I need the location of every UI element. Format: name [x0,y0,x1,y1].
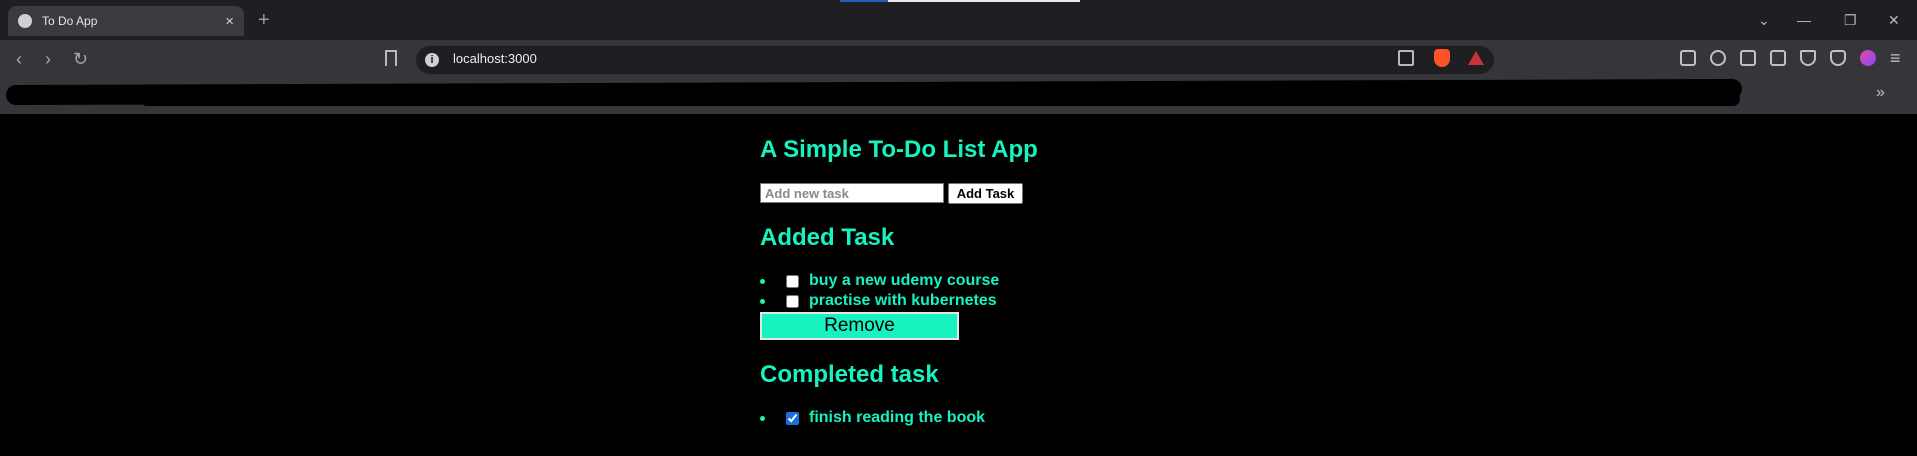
url-text[interactable]: localhost:3000 [453,51,537,66]
globe-icon [18,14,32,28]
back-icon[interactable]: ‹ [16,47,22,71]
plus-icon[interactable]: + [258,8,270,32]
window-edge-accent [840,0,888,2]
list-item: buy a new udemy course [760,271,999,291]
bookmark-icon[interactable] [385,50,397,66]
address-bar[interactable] [416,46,1494,74]
browser-tab[interactable]: To Do App × [8,6,244,36]
sidebar-icon[interactable] [1740,50,1756,66]
list-item: finish reading the book [760,408,985,428]
task-checkbox[interactable] [786,294,799,308]
chevron-down-icon[interactable]: ⌄ [1758,8,1770,32]
new-task-input[interactable] [760,183,944,203]
added-task-heading: Added Task [760,224,895,251]
list-item: practise with kubernetes [760,291,999,311]
forward-icon[interactable]: › [45,47,51,71]
tab-title: To Do App [42,14,98,28]
bullet [760,416,765,421]
close-icon[interactable]: × [225,14,234,29]
remove-button[interactable]: Remove [760,312,959,340]
page-title: A Simple To-Do List App [760,136,1038,163]
added-task-list: buy a new udemy course practise with kub… [760,271,999,311]
info-icon[interactable]: i [425,53,439,67]
reload-icon[interactable]: ↻ [73,47,88,71]
browser-titlebar: To Do App × + ⌄ — ❐ ✕ [0,0,1917,40]
add-task-button[interactable]: Add Task [948,183,1023,204]
bullet [760,279,765,284]
window-close-button[interactable]: ✕ [1888,8,1900,32]
brave-rewards-icon[interactable] [1468,51,1484,65]
task-checkbox[interactable] [786,274,799,288]
task-checkbox[interactable] [786,411,799,425]
vpn-icon[interactable] [1830,50,1846,66]
brave-shields-icon[interactable] [1434,49,1450,67]
bullet [760,299,765,304]
page-viewport: A Simple To-Do List App Add Task Added T… [0,114,1917,456]
completed-task-list: finish reading the book [760,408,985,428]
task-label: practise with kubernetes [809,292,997,309]
menu-icon[interactable]: ≡ [1890,48,1901,68]
redaction-mark [140,92,1740,106]
share-icon[interactable] [1398,50,1414,66]
completed-task-heading: Completed task [760,361,939,388]
task-label: finish reading the book [809,409,986,426]
extensions-icon[interactable] [1680,50,1696,66]
task-label: buy a new udemy course [809,272,1000,289]
more-bookmarks-icon[interactable]: » [1876,84,1885,102]
leo-ai-icon[interactable] [1800,50,1816,66]
media-icon[interactable] [1710,50,1726,66]
minimize-button[interactable]: — [1797,8,1811,32]
wallet-icon[interactable] [1770,50,1786,66]
profile-icon[interactable] [1860,50,1876,66]
restore-button[interactable]: ❐ [1844,8,1857,32]
